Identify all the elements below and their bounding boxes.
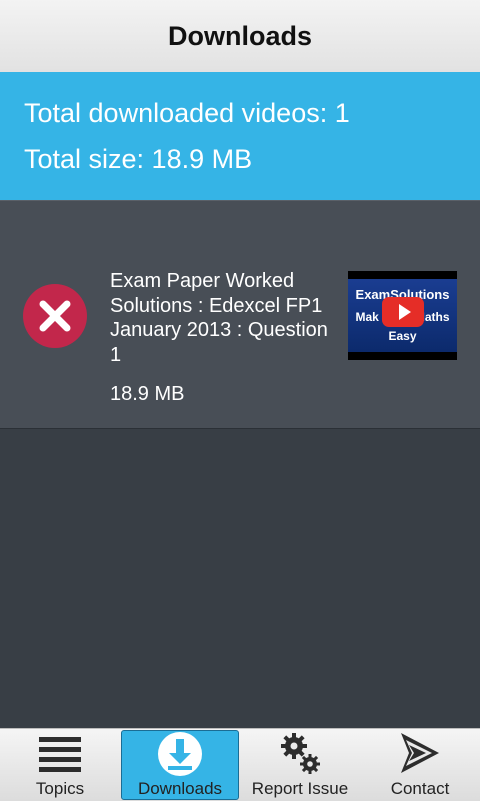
contact-icon	[401, 733, 439, 773]
download-summary: Total downloaded videos: 1 Total size: 1…	[0, 72, 480, 200]
tab-contact[interactable]: Contact	[360, 729, 480, 801]
video-size: 18.9 MB	[110, 383, 185, 405]
delete-download-button[interactable]	[23, 284, 87, 348]
gears-icon	[281, 733, 320, 774]
tab-label: Contact	[390, 779, 450, 798]
thumbnail-line3: Easy	[388, 329, 417, 343]
page-title: Downloads	[0, 0, 480, 73]
download-list-item[interactable]: Exam Paper Worked Solutions : Edexcel FP…	[0, 200, 480, 429]
tab-label: Report Issue	[251, 779, 349, 798]
total-size-text: Total size: 18.9 MB	[24, 144, 253, 174]
bottom-tab-bar: Topics Downloads Report Issue Contact	[0, 728, 480, 801]
tab-report-issue[interactable]: Report Issue	[240, 729, 360, 801]
play-icon	[382, 297, 424, 327]
close-icon	[39, 300, 71, 332]
tab-topics[interactable]: Topics	[0, 729, 120, 801]
tab-label: Downloads	[137, 779, 223, 798]
tab-downloads[interactable]: Downloads	[120, 729, 240, 801]
total-videos-text: Total downloaded videos: 1	[24, 98, 350, 128]
download-icon	[158, 732, 202, 776]
tab-label: Topics	[35, 779, 85, 798]
menu-icon	[39, 737, 81, 772]
video-thumbnail[interactable]: ExamSolutions Mak Maths Easy	[348, 271, 457, 360]
video-title: Exam Paper Worked Solutions : Edexcel FP…	[110, 270, 328, 366]
